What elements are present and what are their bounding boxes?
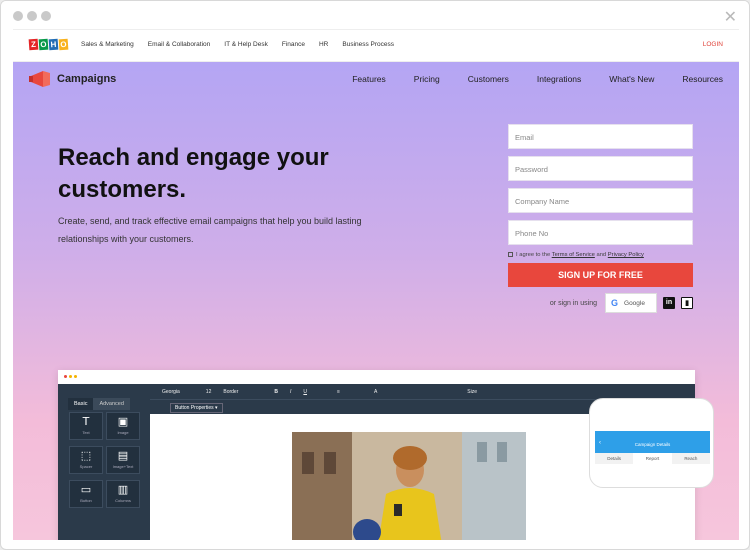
nav-integrations[interactable]: Integrations [537,74,581,84]
link-hr[interactable]: HR [319,41,328,48]
signup-button[interactable]: SIGN UP FOR FREE [508,263,693,287]
window-chrome: ✕ [1,1,749,31]
password-field[interactable]: Password [508,156,693,181]
align-button[interactable]: ≡ [337,389,340,395]
font-size-select[interactable]: 12 [206,389,212,395]
button-properties-dropdown[interactable]: Button Properties ▾ [170,403,223,413]
brand-name: Campaigns [57,73,117,85]
font-family-select[interactable]: Georgia [162,389,180,395]
editor-toolbar: Georgia 12 Border B I U ≡ A Size [150,384,695,399]
terms-agreement: I agree to the Terms of Service and Priv… [508,252,693,258]
social-signin: or sign in using G Google in ▮ [508,293,693,313]
image-text-tool-icon: ▤ [117,449,129,462]
button-tool[interactable]: ▭ Button [69,480,103,508]
hero-subtext: Create, send, and track effective email … [58,216,362,244]
office-icon[interactable]: ▮ [681,297,693,309]
spacer-tool-icon: ⬚ [80,449,92,462]
tool-label: Spacer [79,464,93,469]
campaigns-brand[interactable]: Campaigns [29,70,116,88]
phone-field[interactable]: Phone No [508,220,693,245]
link-it-help-desk[interactable]: IT & Help Desk [224,41,268,48]
border-select[interactable]: Border [223,389,238,395]
tab-advanced[interactable]: Advanced [93,398,130,410]
editor-sidebar: Basic Advanced T Text ▣ Image ⬚ Spacer ▤ Ima… [58,384,150,540]
megaphone-icon [29,71,50,87]
google-label: Google [624,299,645,307]
font-color-button[interactable]: A [374,389,377,395]
zoho-logo-letter: O [38,38,49,51]
columns-tool[interactable]: ▥ Columns [106,480,140,508]
zoho-logo-letter: H [48,38,59,51]
agree-and: and [596,252,607,258]
tool-label: Button [80,498,92,503]
link-business-process[interactable]: Business Process [342,41,394,48]
zoho-top-bar: Z O H O Sales & Marketing Email & Collab… [13,29,739,62]
terms-of-service-link[interactable]: Terms of Service [552,252,595,258]
phone-title: Campaign Details [634,442,671,447]
zoho-logo-letter: Z [28,38,39,51]
size-select[interactable]: Size [467,389,477,395]
bold-button[interactable]: B [274,389,278,395]
window-dot[interactable] [13,11,23,21]
close-icon[interactable]: ✕ [724,7,737,26]
columns-tool-icon: ▥ [117,483,129,496]
image-text-tool[interactable]: ▤ Image+Text [106,446,140,474]
main-nav: Features Pricing Customers Integrations … [324,74,723,84]
company-name-field[interactable]: Company Name [508,188,693,213]
zoho-logo[interactable]: Z O H O [28,38,69,51]
underline-button[interactable]: U [303,389,307,395]
text-tool-icon: T [82,415,90,428]
image-tool[interactable]: ▣ Image [106,412,140,440]
agree-prefix: I agree to the [516,252,551,258]
terms-checkbox[interactable] [508,252,513,257]
zoho-logo-letter: O [58,38,69,51]
nav-features[interactable]: Features [352,74,386,84]
phone-tab-reach[interactable]: Reach [672,453,710,464]
email-hero-image [292,432,526,540]
phone-preview: ‹ Campaign Details Details Report Reach [589,398,714,488]
window-dot[interactable] [41,11,51,21]
tab-basic[interactable]: Basic [68,398,94,410]
link-email-collaboration[interactable]: Email & Collaboration [148,41,211,48]
phone-tab-report[interactable]: Report [633,453,672,464]
tool-label: Image+Text [112,464,134,469]
privacy-policy-link[interactable]: Privacy Policy [608,252,644,258]
editor-tabs: Basic Advanced [68,398,130,410]
image-tool-icon: ▣ [117,415,129,428]
login-link[interactable]: LOGIN [703,41,723,48]
nav-whats-new[interactable]: What's New [609,74,654,84]
nav-pricing[interactable]: Pricing [414,74,440,84]
or-sign-in-label: or sign in using [549,299,597,307]
editor-titlebar [58,370,695,384]
editor-dot [64,375,67,378]
woman-with-phone-image [292,432,526,540]
editor-dot [74,375,77,378]
email-field[interactable]: Email [508,124,693,149]
hero-headline: Reach and engage your customers. [58,144,329,203]
browser-window: ✕ Z O H O Sales & Marketing Email & Coll… [0,0,750,550]
phone-tabs: Details Report Reach [595,453,710,464]
text-tool[interactable]: T Text [69,412,103,440]
nav-resources[interactable]: Resources [682,74,723,84]
zoho-product-links: Sales & Marketing Email & Collaboration … [81,41,408,48]
google-signin-button[interactable]: G Google [605,293,657,313]
italic-button[interactable]: I [290,389,291,395]
google-icon: G [611,298,619,308]
phone-header: ‹ Campaign Details [595,431,710,453]
linkedin-icon[interactable]: in [663,297,675,309]
tool-label: Text [82,430,90,435]
phone-tab-details[interactable]: Details [595,453,633,464]
editor-dot [69,375,72,378]
tool-label: Columns [115,498,131,503]
signup-form: Email Password Company Name Phone No I a… [508,124,693,313]
link-finance[interactable]: Finance [282,41,305,48]
button-tool-icon: ▭ [80,483,92,496]
tool-label: Image [117,430,129,435]
spacer-tool[interactable]: ⬚ Spacer [69,446,103,474]
nav-customers[interactable]: Customers [468,74,509,84]
link-sales-marketing[interactable]: Sales & Marketing [81,41,134,48]
window-dot[interactable] [27,11,37,21]
